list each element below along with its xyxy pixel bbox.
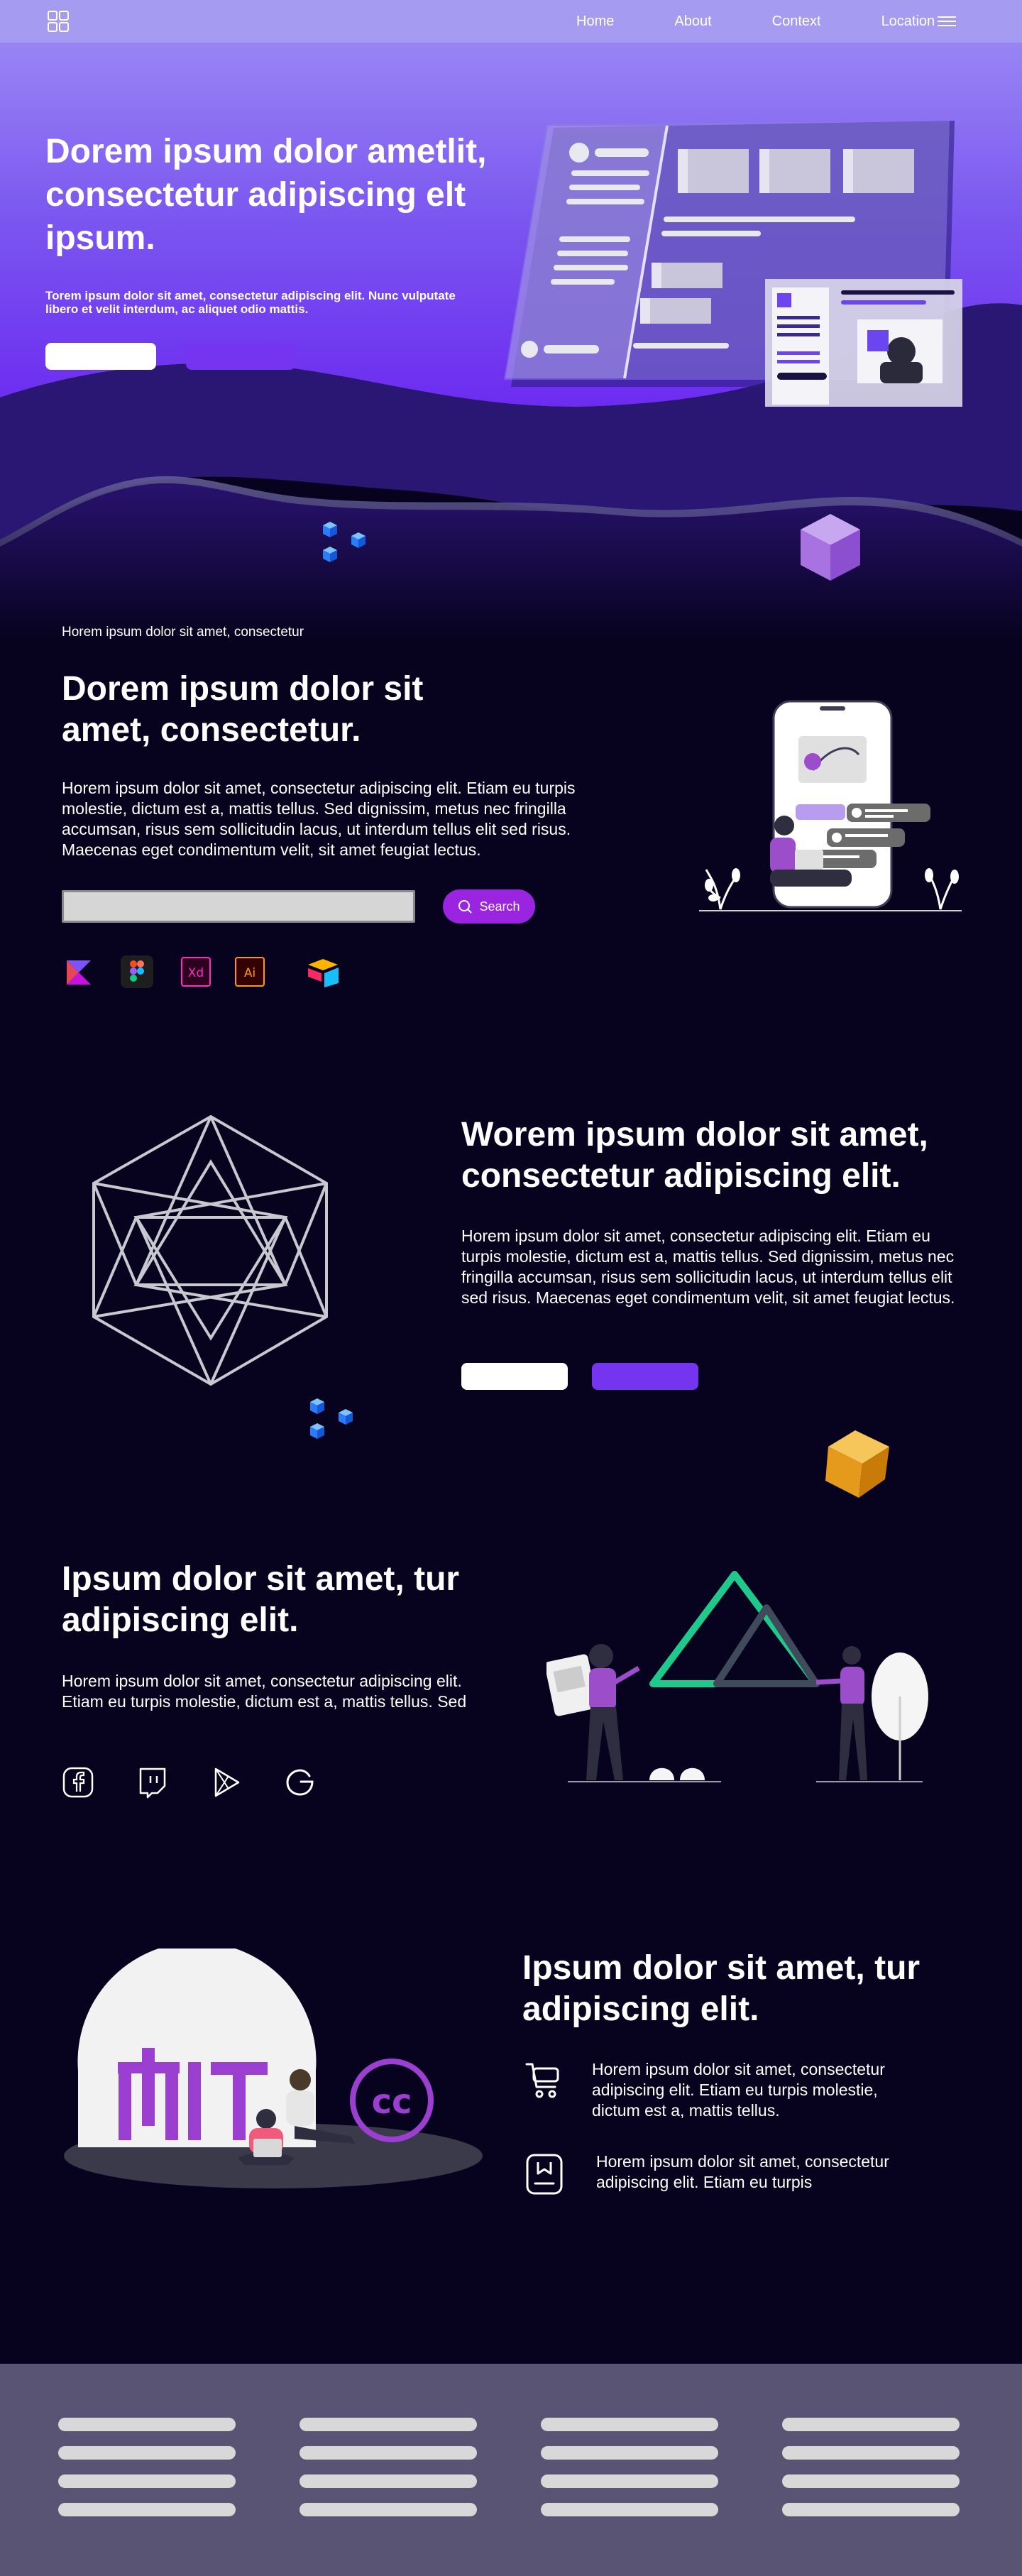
hero-subtitle: Torem ipsum dolor sit amet, consectetur … — [45, 289, 456, 316]
hero-title: Dorem ipsum dolor ametlit, consectetur a… — [45, 133, 487, 257]
footer-link[interactable] — [782, 2418, 960, 2431]
feature-2-text: Horem ipsum dolor sit amet, consectetur … — [596, 2152, 889, 2191]
footer-link[interactable] — [782, 2474, 960, 2488]
section2-secondary-button[interactable] — [592, 1363, 698, 1390]
section2-primary-button[interactable] — [461, 1363, 568, 1390]
section1-eyebrow: Horem ipsum dolor sit amet, consectetur — [62, 625, 304, 640]
adobe-illustrator-icon[interactable]: Ai — [234, 956, 265, 987]
svg-text:Ai: Ai — [244, 966, 256, 980]
section2-title: Worem ipsum dolor sit amet, consectetur … — [461, 1116, 928, 1195]
footer-link[interactable] — [300, 2446, 477, 2460]
footer-link[interactable] — [782, 2503, 960, 2516]
section1-body: Horem ipsum dolor sit amet, consectetur … — [62, 779, 576, 859]
bookmark-icon — [526, 2154, 563, 2195]
purple-cube-icon — [801, 514, 860, 581]
section2-body: Horem ipsum dolor sit amet, consectetur … — [461, 1227, 955, 1307]
twitch-icon[interactable] — [136, 1766, 169, 1799]
play-icon[interactable] — [210, 1766, 243, 1799]
nav-link-location[interactable]: Location — [881, 13, 935, 30]
nav-link-context[interactable]: Context — [772, 13, 821, 30]
adobe-xd-icon[interactable]: Xd — [180, 956, 211, 987]
svg-text:Xd: Xd — [188, 966, 204, 980]
kotlin-icon[interactable] — [65, 959, 92, 986]
footer-link[interactable] — [300, 2474, 477, 2488]
footer-link[interactable] — [58, 2418, 236, 2431]
footer — [0, 2364, 1022, 2576]
footer-link[interactable] — [300, 2503, 477, 2516]
airtable-icon[interactable] — [305, 958, 341, 987]
cart-icon — [525, 2063, 559, 2098]
top-nav: Home About Context Location — [0, 0, 1022, 43]
phone-chat-illustration — [699, 700, 962, 911]
hamburger-menu-icon[interactable] — [938, 14, 956, 28]
nav-link-home[interactable]: Home — [576, 13, 614, 30]
dashboard-illustration — [504, 121, 962, 407]
icosahedron-illustration — [92, 1114, 328, 1386]
search-button[interactable]: Search — [443, 889, 535, 923]
mit-cc-illustration: cc — [64, 1949, 483, 2188]
footer-link[interactable] — [58, 2474, 236, 2488]
footer-link[interactable] — [58, 2503, 236, 2516]
blue-cubes-icon — [310, 1398, 353, 1439]
feature-1-text: Horem ipsum dolor sit amet, consectetur … — [592, 2060, 885, 2120]
section3-title: Ipsum dolor sit amet, tur adipiscing eli… — [62, 1560, 460, 1639]
section3-body: Horem ipsum dolor sit amet, consectetur … — [62, 1672, 467, 1711]
nav-links: Home About Context Location — [576, 0, 935, 43]
search-input[interactable] — [62, 890, 415, 923]
section1-title: Dorem ipsum dolor sit amet, consectetur. — [62, 670, 424, 749]
search-icon — [458, 900, 473, 914]
footer-link[interactable] — [541, 2446, 718, 2460]
figma-icon[interactable] — [121, 955, 153, 988]
svg-text:cc: cc — [372, 2082, 412, 2122]
section4-title: Ipsum dolor sit amet, tur adipiscing eli… — [522, 1949, 921, 2028]
grid-logo-icon[interactable] — [47, 10, 70, 33]
footer-link[interactable] — [541, 2418, 718, 2431]
footer-link[interactable] — [541, 2474, 718, 2488]
blue-cubes-icon — [323, 522, 366, 562]
team-triangles-illustration — [546, 1571, 928, 1782]
footer-link[interactable] — [541, 2503, 718, 2516]
gold-cube-icon — [825, 1430, 889, 1498]
nav-link-about[interactable]: About — [674, 13, 711, 30]
hero-primary-button[interactable] — [45, 343, 156, 370]
hero-secondary-button[interactable] — [186, 343, 295, 370]
footer-link[interactable] — [58, 2446, 236, 2460]
search-button-label: Search — [479, 899, 520, 914]
footer-link[interactable] — [300, 2418, 477, 2431]
facebook-icon[interactable] — [62, 1766, 94, 1799]
footer-link[interactable] — [782, 2446, 960, 2460]
google-icon[interactable] — [284, 1766, 317, 1799]
